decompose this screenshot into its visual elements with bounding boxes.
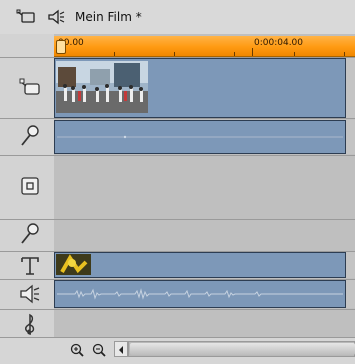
- track-divider: [0, 219, 355, 220]
- track-end-area: [346, 252, 355, 278]
- track-end-area: [346, 120, 355, 154]
- audio-waveform: [57, 288, 343, 300]
- overlay-frame-icon[interactable]: [18, 174, 42, 198]
- camera-icon[interactable]: [16, 8, 36, 26]
- ruler-tick: [114, 52, 115, 56]
- audio-waveform: [57, 135, 343, 139]
- scrollbar-thumb[interactable]: [130, 343, 355, 355]
- ruler-tick: [252, 48, 253, 56]
- time-ruler[interactable]: 00.00 0:00:04.00: [54, 36, 355, 57]
- title-T-icon[interactable]: [18, 254, 42, 278]
- speaker-icon[interactable]: [46, 8, 66, 26]
- ruler-tick: [174, 52, 175, 56]
- speaker-icon[interactable]: [18, 282, 42, 306]
- treble-clef-icon[interactable]: [18, 312, 42, 336]
- track-end-area: [346, 280, 355, 308]
- title-clip[interactable]: [54, 252, 346, 278]
- title-clip-thumbnail: [56, 254, 91, 275]
- ruler-tick: [344, 52, 345, 56]
- scroll-left-button[interactable]: [114, 341, 128, 357]
- ruler-tick: [234, 52, 235, 56]
- ruler-tick: [294, 52, 295, 56]
- original-audio-clip[interactable]: [54, 120, 346, 154]
- ruler-mark-label: 0:00:04.00: [254, 38, 304, 48]
- zoom-out-icon[interactable]: [92, 343, 106, 357]
- track-divider: [0, 118, 355, 119]
- track-divider: [0, 155, 355, 156]
- microphone-icon[interactable]: [18, 124, 42, 148]
- project-title: Mein Film *: [75, 10, 142, 24]
- sound-effect-clip[interactable]: [54, 280, 346, 308]
- microphone-icon[interactable]: [18, 222, 42, 246]
- zoom-in-icon[interactable]: [70, 343, 84, 357]
- playhead-handle[interactable]: [56, 40, 66, 54]
- track-end-area: [346, 58, 355, 118]
- camera-icon[interactable]: [18, 76, 42, 100]
- video-clip-thumbnail: [56, 61, 148, 113]
- track-divider: [0, 309, 355, 310]
- scroll-left-arrow-icon: [119, 346, 123, 354]
